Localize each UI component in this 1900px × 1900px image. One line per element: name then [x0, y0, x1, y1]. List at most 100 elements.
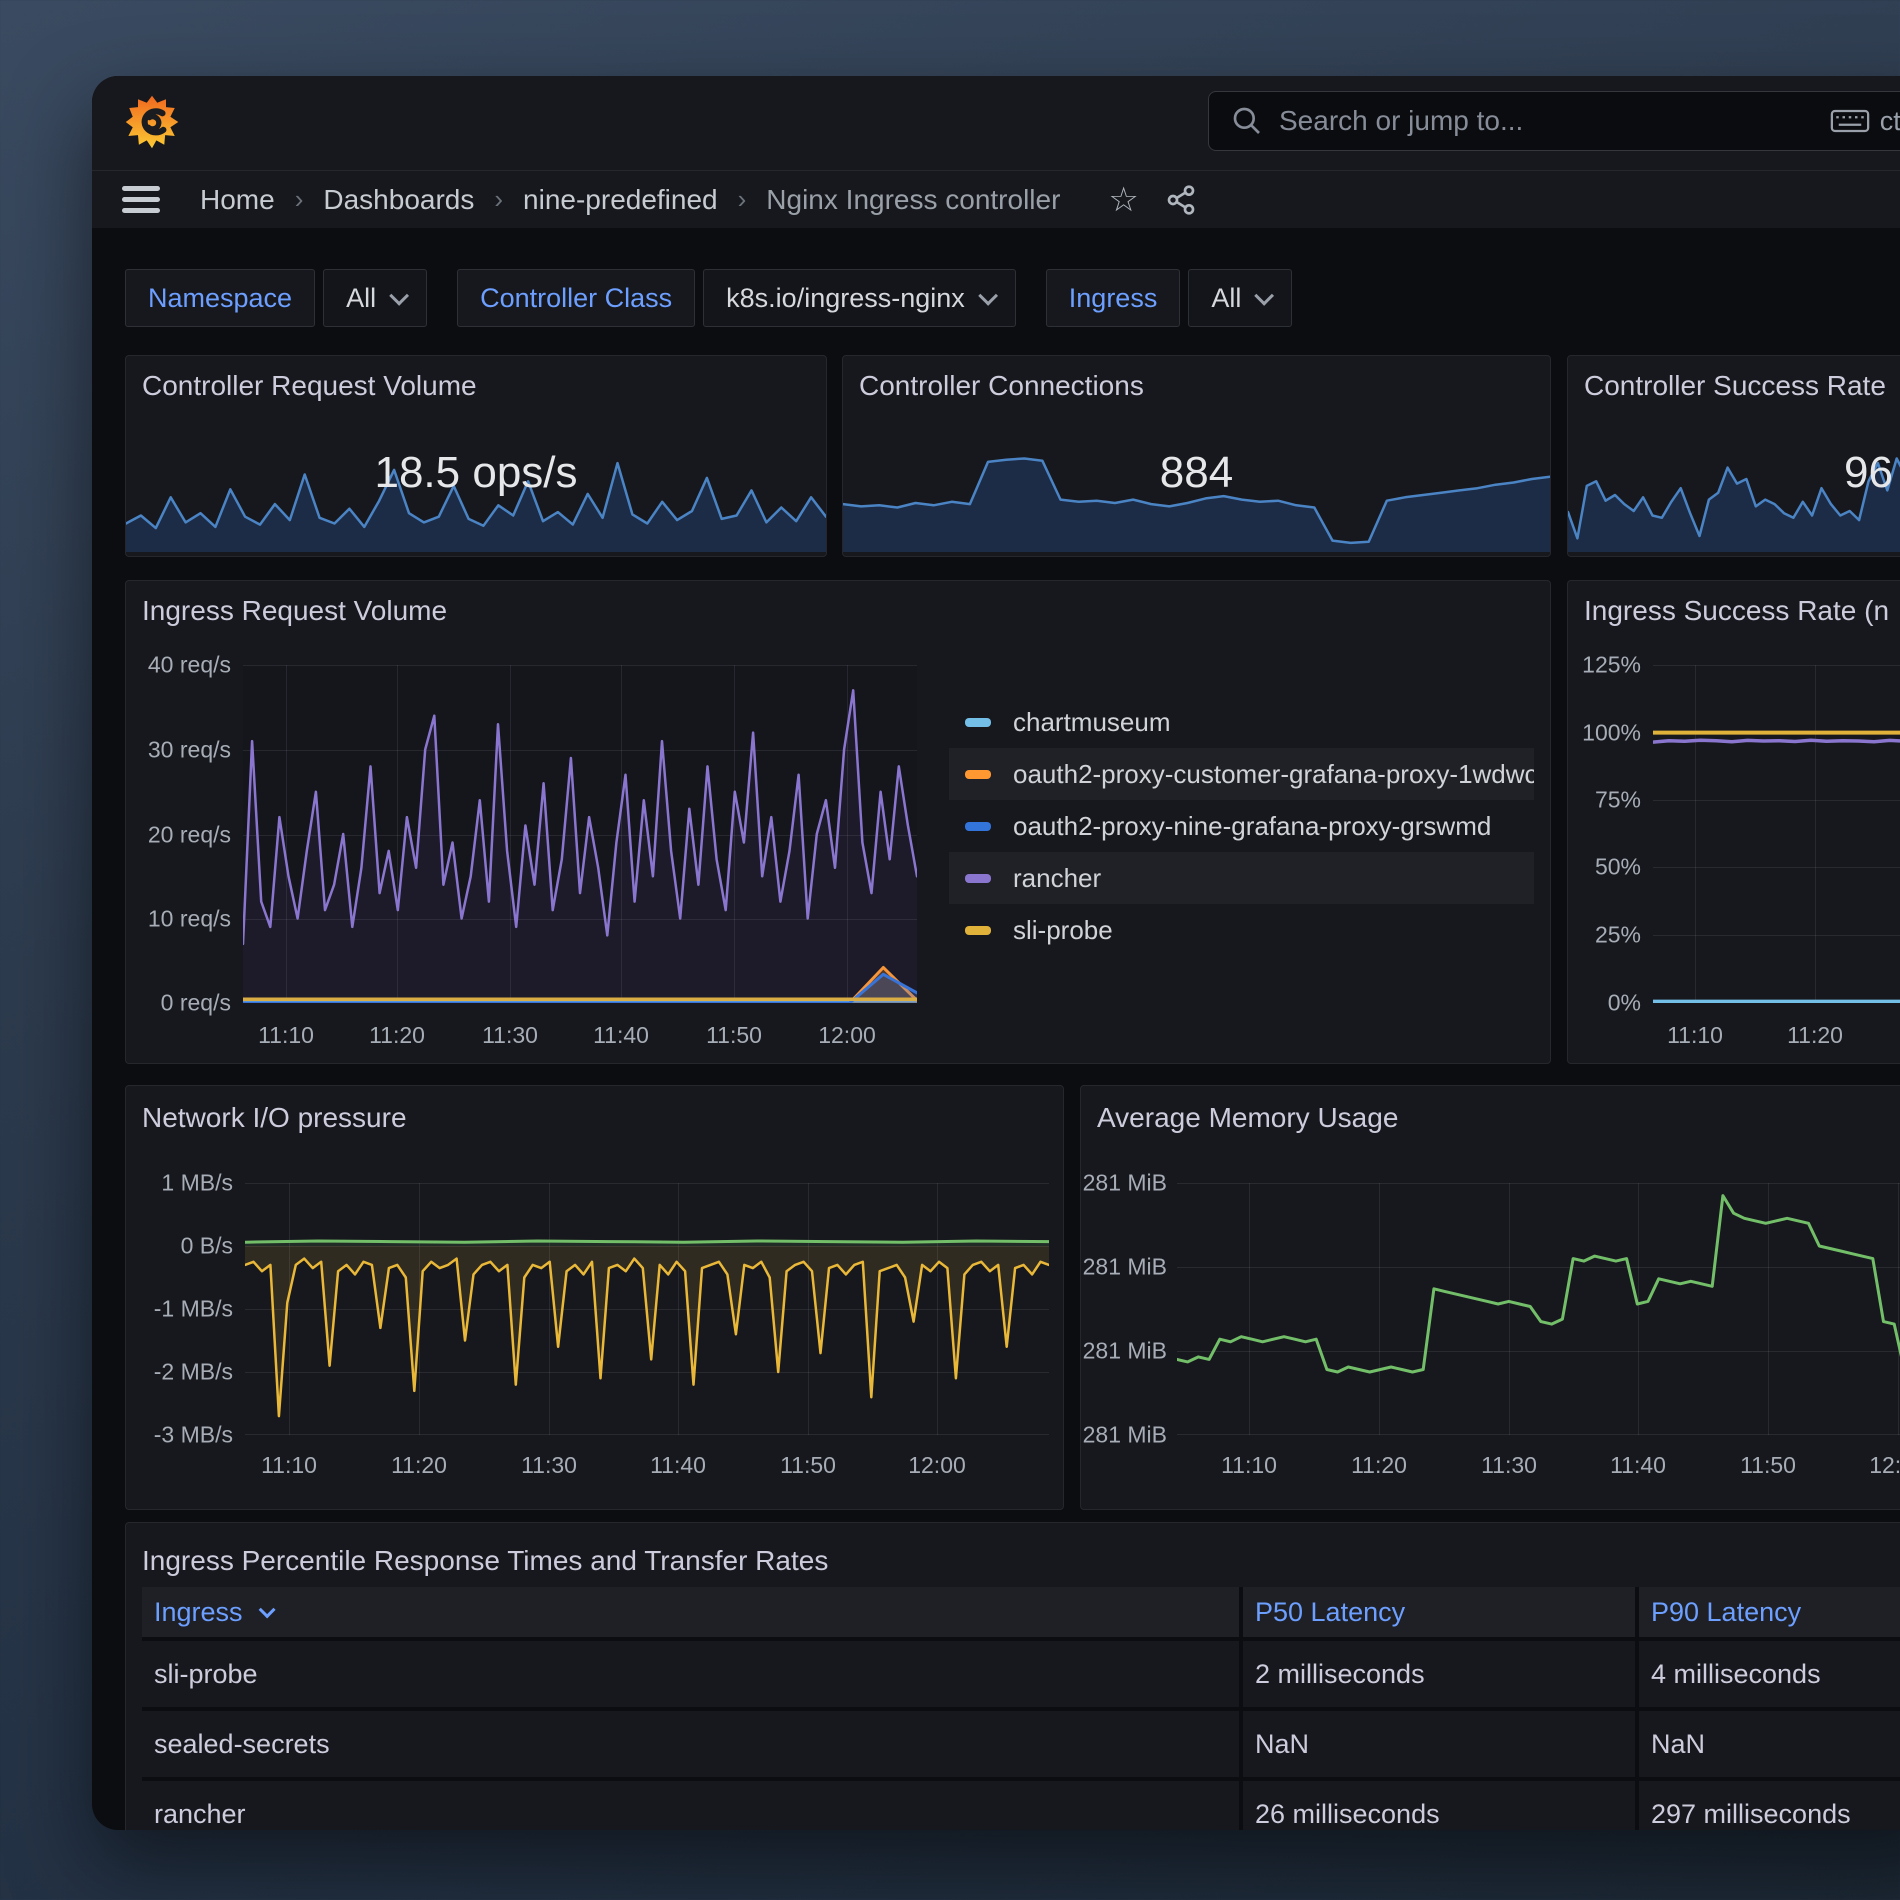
- axis-tick: 125%: [1582, 652, 1641, 679]
- chart-plot[interactable]: [245, 1183, 1049, 1435]
- axis-tick: 281 MiB: [1083, 1170, 1167, 1197]
- table-cell: 297 milliseconds: [1639, 1781, 1900, 1830]
- filter-value-namespace[interactable]: All: [323, 269, 427, 327]
- column-header-p50[interactable]: P50 Latency: [1243, 1587, 1635, 1637]
- column-header-p90[interactable]: P90 Latency: [1639, 1587, 1900, 1637]
- chart-plot[interactable]: [1177, 1183, 1900, 1435]
- axis-tick: 11:30: [1481, 1452, 1537, 1479]
- filter-label-controller-class[interactable]: Controller Class: [457, 269, 695, 327]
- axis-tick: 12:00: [818, 1022, 876, 1049]
- axis-tick: 281 MiB: [1083, 1422, 1167, 1449]
- axis-tick: 50%: [1595, 854, 1641, 881]
- menu-icon[interactable]: [122, 186, 160, 213]
- filter-label-namespace[interactable]: Namespace: [125, 269, 315, 327]
- axis-tick: 75%: [1595, 787, 1641, 814]
- panel-average-memory-usage: Average Memory Usage 281 MiB281 MiB281 M…: [1080, 1085, 1900, 1510]
- x-axis: 11:1011:2011:3011:4011:5012:00: [1177, 1452, 1900, 1482]
- panel-title[interactable]: Controller Connections: [859, 370, 1144, 402]
- grafana-window: Search or jump to... ctrl+k Home › Dashb…: [92, 76, 1900, 1830]
- axis-tick: 100%: [1582, 720, 1641, 747]
- legend-item[interactable]: chartmuseum: [949, 696, 1534, 748]
- chart-legend: chartmuseum oauth2-proxy-customer-grafan…: [949, 696, 1534, 956]
- x-axis: 11:1011:2011:3011:4011:5012:00: [245, 1452, 1049, 1482]
- axis-tick: -3 MB/s: [154, 1422, 233, 1449]
- axis-tick: 30 req/s: [148, 737, 231, 764]
- panel-controller-request-volume: Controller Request Volume 18.5 ops/s: [125, 355, 827, 557]
- filter-value-controller-class[interactable]: k8s.io/ingress-nginx: [703, 269, 1016, 327]
- panel-title[interactable]: Controller Request Volume: [142, 370, 477, 402]
- legend-item[interactable]: oauth2-proxy-customer-grafana-proxy-1wdw…: [949, 748, 1534, 800]
- axis-tick: 0 req/s: [161, 990, 231, 1017]
- axis-tick: 11:20: [391, 1452, 447, 1479]
- breadcrumb-folder[interactable]: nine-predefined: [523, 184, 718, 216]
- y-axis: 1 MB/s0 B/s-1 MB/s-2 MB/s-3 MB/s: [126, 1086, 233, 1510]
- chevron-right-icon: ›: [738, 184, 747, 215]
- legend-item[interactable]: rancher: [949, 852, 1534, 904]
- panel-ingress-percentiles: Ingress Percentile Response Times and Tr…: [125, 1522, 1900, 1830]
- table-cell: 2 milliseconds: [1243, 1641, 1635, 1707]
- chart-plot[interactable]: [243, 665, 917, 1003]
- top-navbar: Search or jump to... ctrl+k: [92, 76, 1900, 171]
- chevron-right-icon: ›: [494, 184, 503, 215]
- star-icon[interactable]: ☆: [1108, 183, 1138, 217]
- breadcrumb-home[interactable]: Home: [200, 184, 275, 216]
- filter-value-ingress[interactable]: All: [1188, 269, 1292, 327]
- column-header-ingress[interactable]: Ingress: [142, 1587, 1239, 1637]
- y-axis: 125% 100% 75% 50% 25% 0%: [1568, 581, 1641, 1064]
- axis-tick: 0%: [1608, 990, 1641, 1017]
- axis-tick: 11:50: [706, 1022, 762, 1049]
- breadcrumb-dashboards[interactable]: Dashboards: [323, 184, 474, 216]
- breadcrumb-bar: Home › Dashboards › nine-predefined › Ng…: [92, 171, 1900, 228]
- axis-tick: 11:20: [1351, 1452, 1407, 1479]
- legend-item[interactable]: oauth2-proxy-nine-grafana-proxy-grswmd: [949, 800, 1534, 852]
- axis-tick: 11:10: [1221, 1452, 1277, 1479]
- table-cell: NaN: [1243, 1711, 1635, 1777]
- stat-value: 18.5 ops/s: [126, 448, 826, 498]
- axis-tick: 25%: [1595, 922, 1641, 949]
- axis-tick: -1 MB/s: [154, 1296, 233, 1323]
- search-placeholder: Search or jump to...: [1279, 105, 1523, 137]
- chart-plot[interactable]: [1653, 665, 1900, 1003]
- axis-tick: 11:30: [482, 1022, 538, 1049]
- y-axis: 40 req/s30 req/s20 req/s10 req/s0 req/s: [126, 581, 231, 1064]
- axis-tick: 11:40: [593, 1022, 649, 1049]
- table-cell: sli-probe: [142, 1641, 1239, 1707]
- panel-title[interactable]: Ingress Percentile Response Times and Tr…: [142, 1545, 828, 1577]
- table-cell: rancher: [142, 1781, 1239, 1830]
- share-icon[interactable]: [1165, 184, 1197, 216]
- legend-swatch: [965, 926, 991, 935]
- axis-tick: 11:50: [1740, 1452, 1796, 1479]
- axis-tick: 11:10: [1667, 1022, 1723, 1049]
- panel-title[interactable]: Controller Success Rate: [1584, 370, 1886, 402]
- panel-ingress-success-rate: Ingress Success Rate (n 125%100%75%50%25…: [1567, 580, 1900, 1064]
- panel-network-io-pressure: Network I/O pressure 1 MB/s0 B/s-1 MB/s-…: [125, 1085, 1064, 1510]
- axis-tick: 11:20: [1787, 1022, 1843, 1049]
- search-shortcut: ctrl+k: [1880, 106, 1900, 137]
- chevron-down-icon: [1255, 286, 1275, 306]
- x-axis: 11:10 11:20: [1653, 1022, 1900, 1052]
- grafana-logo-icon[interactable]: [124, 94, 180, 150]
- axis-tick: 281 MiB: [1083, 1254, 1167, 1281]
- chevron-right-icon: ›: [295, 184, 304, 215]
- filter-label-ingress[interactable]: Ingress: [1046, 269, 1181, 327]
- legend-swatch: [965, 822, 991, 831]
- axis-tick: 11:20: [369, 1022, 425, 1049]
- axis-tick: 11:10: [261, 1452, 317, 1479]
- search-input[interactable]: Search or jump to... ctrl+k: [1208, 91, 1900, 151]
- sort-desc-icon: [258, 1601, 275, 1618]
- table-cell: NaN: [1639, 1711, 1900, 1777]
- axis-tick: 40 req/s: [148, 652, 231, 679]
- axis-tick: 10 req/s: [148, 906, 231, 933]
- axis-tick: -2 MB/s: [154, 1359, 233, 1386]
- legend-swatch: [965, 874, 991, 883]
- search-icon: [1231, 105, 1263, 137]
- legend-swatch: [965, 770, 991, 779]
- legend-item[interactable]: sli-probe: [949, 904, 1534, 956]
- panel-ingress-request-volume: Ingress Request Volume 40 req/s30 req/s2…: [125, 580, 1551, 1064]
- dashboard-variables: Namespace All Controller Class k8s.io/in…: [125, 269, 1312, 327]
- stat-value: 96: [1844, 448, 1893, 498]
- chevron-down-icon: [389, 286, 409, 306]
- axis-tick: 11:50: [780, 1452, 836, 1479]
- table-cell: 26 milliseconds: [1243, 1781, 1635, 1830]
- axis-tick: 1 MB/s: [161, 1170, 233, 1197]
